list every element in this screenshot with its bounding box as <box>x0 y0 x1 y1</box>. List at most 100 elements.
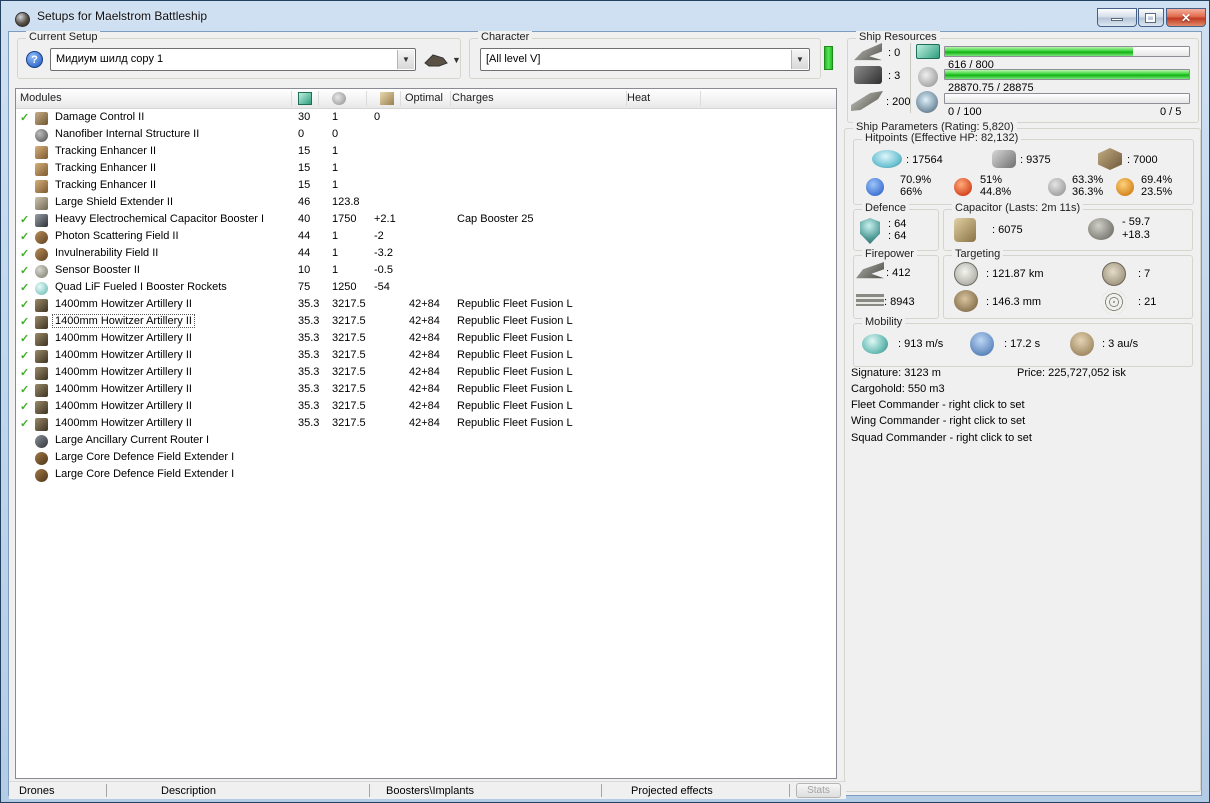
module-row[interactable]: ✓ Heavy Electrochemical Capacitor Booster… <box>16 212 836 229</box>
module-row[interactable]: Large Core Defence Field Extender I <box>16 467 836 484</box>
title-bar[interactable]: Setups for Maelstrom Battleship ✕ <box>1 1 1209 31</box>
module-row[interactable]: Large Shield Extender II 46 123.8 <box>16 195 836 212</box>
module-cpu: 75 <box>298 281 311 293</box>
module-pg: 1 <box>332 230 339 242</box>
bottom-panel-bar: Drones Description Boosters\Implants Pro… <box>9 781 846 799</box>
module-cpu: 44 <box>298 230 311 242</box>
module-row[interactable]: Nanofiber Internal Structure II 0 0 <box>16 127 836 144</box>
hitpoints-group: Hitpoints (Effective HP: 82,132) : 17564… <box>853 132 1194 205</box>
structure-hp-value: : 7000 <box>1127 154 1158 166</box>
module-charges: Cap Booster 25 <box>457 213 534 225</box>
module-row[interactable]: ✓ Damage Control II 30 1 0 <box>16 110 836 127</box>
module-row[interactable]: ✓ 1400mm Howitzer Artillery II 35.3 3217.5 4… <box>16 314 836 331</box>
active-check-icon: ✓ <box>20 333 30 345</box>
module-row[interactable]: Large Core Defence Field Extender I <box>16 450 836 467</box>
module-pg: 1 <box>332 264 339 276</box>
module-row[interactable]: ✓ 1400mm Howitzer Artillery II 35.3 3217.5 4… <box>16 382 836 399</box>
module-optimal: 42+84 <box>409 349 440 361</box>
max-targets-value: : 7 <box>1138 268 1151 280</box>
powergrid-column-icon[interactable] <box>332 92 346 105</box>
rig-router-icon <box>35 435 48 448</box>
module-row[interactable]: ✓ 1400mm Howitzer Artillery II 35.3 3217.5 4… <box>16 416 836 433</box>
artillery-icon <box>35 350 48 363</box>
armor-hp-icon <box>992 150 1016 168</box>
module-row[interactable]: ✓ 1400mm Howitzer Artillery II 35.3 3217.5 4… <box>16 297 836 314</box>
module-row[interactable]: ✓ 1400mm Howitzer Artillery II 35.3 3217.5 4… <box>16 399 836 416</box>
module-row[interactable]: ✓ Sensor Booster II 10 1 -0.5 <box>16 263 836 280</box>
module-row[interactable]: Tracking Enhancer II 15 1 <box>16 144 836 161</box>
module-cpu: 35.3 <box>298 298 320 310</box>
tab-projected-effects[interactable]: Projected effects <box>631 785 713 797</box>
export-ship-icon[interactable] <box>423 51 449 69</box>
wing-commander-slot[interactable]: Wing Commander - right click to set <box>851 415 1025 427</box>
capacitor-column-icon[interactable] <box>380 92 394 105</box>
close-button[interactable]: ✕ <box>1166 8 1206 27</box>
module-row[interactable]: Large Ancillary Current Router I <box>16 433 836 450</box>
module-cpu: 10 <box>298 264 311 276</box>
module-row[interactable]: ✓ Invulnerability Field II 44 1 -3.2 <box>16 246 836 263</box>
artillery-icon <box>35 418 48 431</box>
module-name: Heavy Electrochemical Capacitor Booster … <box>55 213 265 225</box>
tab-drones[interactable]: Drones <box>19 785 54 797</box>
module-name: Photon Scattering Field II <box>55 230 179 242</box>
cpu-column-icon[interactable] <box>298 92 312 105</box>
squad-commander-slot[interactable]: Squad Commander - right click to set <box>851 432 1032 444</box>
character-select[interactable]: [All level V] ▼ <box>480 48 810 71</box>
tab-description[interactable]: Description <box>161 785 216 797</box>
module-cpu: 15 <box>298 145 311 157</box>
module-pg: 3217.5 <box>332 417 366 429</box>
module-row[interactable]: ✓ Quad LiF Fueled I Booster Rockets 75 1250… <box>16 280 836 297</box>
active-check-icon: ✓ <box>20 214 30 226</box>
modules-column-header[interactable]: Modules <box>20 92 62 104</box>
capacitor-group: Capacitor (Lasts: 2m 11s) : 6075 - 59.7 … <box>943 202 1193 251</box>
tracking-enhancer-icon <box>35 163 48 176</box>
module-pg: 1 <box>332 111 339 123</box>
hardener-icon <box>35 231 48 244</box>
rig-extender-icon <box>35 469 48 482</box>
mobility-group: Mobility : 913 m/s : 17.2 s : 3 au/s <box>853 316 1193 367</box>
artillery-icon <box>35 333 48 346</box>
module-pg: 3217.5 <box>332 349 366 361</box>
module-row[interactable]: Tracking Enhancer II 15 1 <box>16 161 836 178</box>
active-check-icon: ✓ <box>20 231 30 243</box>
module-cpu: 40 <box>298 213 311 225</box>
active-check-icon: ✓ <box>20 265 30 277</box>
maximize-icon <box>1145 13 1156 23</box>
module-charges: Republic Fleet Fusion L <box>457 417 573 429</box>
module-pg: 0 <box>332 128 339 140</box>
align-time-icon <box>970 332 994 356</box>
heat-column-header[interactable]: Heat <box>627 92 650 104</box>
module-cpu: 35.3 <box>298 383 320 395</box>
modules-header[interactable]: Modules Optimal Charges Heat <box>16 89 836 109</box>
volley-value: : 412 <box>886 267 911 279</box>
maximize-button[interactable] <box>1138 8 1164 27</box>
character-value: [All level V] <box>486 53 541 65</box>
character-label: Character <box>478 31 533 43</box>
export-menu-caret-icon[interactable]: ▼ <box>452 55 461 65</box>
module-row[interactable]: Tracking Enhancer II 15 1 <box>16 178 836 195</box>
module-row[interactable]: ✓ Photon Scattering Field II 44 1 -2 <box>16 229 836 246</box>
tab-boosters-implants[interactable]: Boosters\Implants <box>386 785 474 797</box>
warp-speed-icon <box>1070 332 1094 356</box>
active-check-icon: ✓ <box>20 316 30 328</box>
minimize-button[interactable] <box>1097 8 1137 27</box>
calibration-value: : 200 <box>886 96 911 108</box>
fleet-commander-slot[interactable]: Fleet Commander - right click to set <box>851 399 1025 411</box>
window-title: Setups for Maelstrom Battleship <box>37 9 208 23</box>
module-cpu: 35.3 <box>298 400 320 412</box>
launcher-hardpoints-value: : 3 <box>888 70 901 82</box>
module-name: 1400mm Howitzer Artillery II <box>52 314 195 328</box>
nanofiber-icon <box>35 129 48 142</box>
module-row[interactable]: ✓ 1400mm Howitzer Artillery II 35.3 3217.5 4… <box>16 348 836 365</box>
stats-button[interactable]: Stats <box>796 783 841 798</box>
cargohold-value: Cargohold: 550 m3 <box>851 383 945 395</box>
module-name: Tracking Enhancer II <box>55 145 157 157</box>
current-setup-select[interactable]: Мидиум шилд copy 1 ▼ <box>50 48 416 71</box>
module-row[interactable]: ✓ 1400mm Howitzer Artillery II 35.3 3217.5 4… <box>16 331 836 348</box>
module-row[interactable]: ✓ 1400mm Howitzer Artillery II 35.3 3217.5 4… <box>16 365 836 382</box>
module-name: 1400mm Howitzer Artillery II <box>55 349 192 361</box>
charges-column-header[interactable]: Charges <box>452 92 494 104</box>
help-icon[interactable]: ? <box>26 51 43 68</box>
optimal-column-header[interactable]: Optimal <box>405 92 443 104</box>
targeting-range-value: : 121.87 km <box>986 268 1044 280</box>
